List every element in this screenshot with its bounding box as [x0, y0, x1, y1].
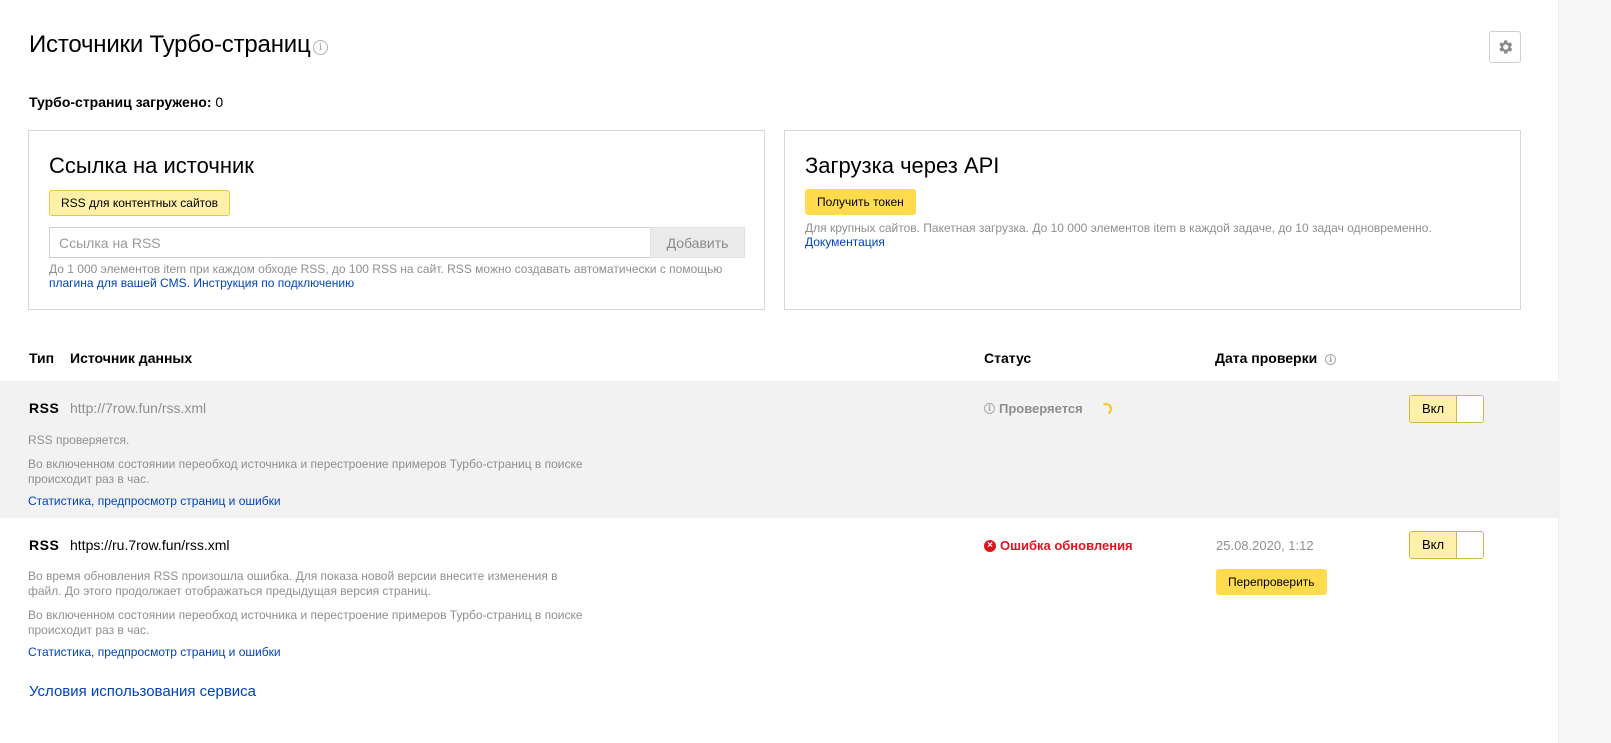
status-text: Ошибка обновления — [1000, 538, 1133, 553]
info-icon[interactable]: i — [1325, 353, 1337, 365]
loaded-count-line: Турбо-страниц загружено: 0 — [29, 94, 223, 110]
loaded-count-value: 0 — [215, 94, 224, 110]
header-type: Тип — [29, 350, 55, 366]
row-source-url: http://7row.fun/rss.xml — [70, 400, 207, 416]
row-message: RSS проверяется. — [28, 433, 130, 447]
table-row: RSS http://7row.fun/rss.xml RSS проверяе… — [0, 381, 1558, 518]
api-hint: Для крупных сайтов. Пакетная загрузка. Д… — [805, 221, 1505, 249]
row-message: Во время обновления RSS произошла ошибка… — [28, 569, 558, 598]
loaded-count-label: Турбо-страниц загружено: — [29, 94, 212, 110]
info-icon: i — [984, 403, 995, 414]
row-stats-link[interactable]: Статистика, предпросмотр страниц и ошибк… — [28, 645, 281, 659]
enable-toggle[interactable]: Вкл — [1409, 531, 1484, 559]
api-hint-text: Для крупных сайтов. Пакетная загрузка. Д… — [805, 221, 1432, 235]
row-note: Во включенном состоянии переобход источн… — [28, 457, 583, 486]
error-circle-icon: × — [984, 539, 996, 552]
gear-icon — [1499, 40, 1513, 54]
page-title: Источники Турбо-страниц — [29, 31, 311, 58]
terms-of-service-link[interactable]: Условия использования сервиса — [29, 683, 256, 700]
row-type: RSS — [29, 400, 60, 416]
row-stats-link[interactable]: Статистика, предпросмотр страниц и ошибк… — [28, 494, 281, 508]
rss-url-input[interactable] — [49, 227, 650, 258]
api-panel-title: Загрузка через API — [805, 153, 1000, 178]
settings-button[interactable] — [1489, 31, 1521, 63]
header-source: Источник данных — [70, 350, 193, 366]
spinner-icon — [1098, 401, 1114, 416]
page-right-edge — [1558, 0, 1611, 743]
source-hint-text: До 1 000 элементов item при каждом обход… — [49, 262, 723, 276]
table-row: RSS https://ru.7row.fun/rss.xml Во время… — [0, 518, 1558, 678]
add-button[interactable]: Добавить — [650, 227, 745, 258]
source-hint: До 1 000 элементов item при каждом обход… — [49, 262, 739, 290]
header-date: Дата проверки i — [1215, 350, 1337, 366]
get-token-button[interactable]: Получить токен — [805, 189, 916, 215]
rss-content-sites-button[interactable]: RSS для контентных сайтов — [49, 190, 231, 216]
enable-toggle[interactable]: Вкл — [1409, 395, 1484, 423]
documentation-link[interactable]: Документация — [805, 235, 885, 249]
toggle-knob — [1457, 532, 1483, 558]
header-date-label: Дата проверки — [1215, 350, 1318, 366]
check-date: 25.08.2020, 1:12 — [1216, 538, 1314, 553]
api-upload-panel: Загрузка через API Получить токен Для кр… — [784, 130, 1521, 310]
instruction-link[interactable]: Инструкция по подключению — [193, 276, 354, 290]
toggle-label: Вкл — [1410, 396, 1457, 422]
row-source-url: https://ru.7row.fun/rss.xml — [70, 537, 230, 553]
status-badge: × Ошибка обновления — [984, 538, 1133, 553]
info-icon[interactable]: i — [313, 40, 328, 55]
recheck-button[interactable]: Перепроверить — [1216, 569, 1327, 595]
header-status: Статус — [984, 350, 1032, 366]
source-panel-title: Ссылка на источник — [49, 153, 254, 178]
row-note: Во включенном состоянии переобход источн… — [28, 608, 583, 637]
source-link-panel: Ссылка на источник RSS для контентных са… — [28, 130, 765, 310]
toggle-label: Вкл — [1410, 532, 1457, 558]
toggle-knob — [1457, 396, 1483, 422]
row-type: RSS — [29, 537, 60, 553]
cms-plugin-link[interactable]: плагина для вашей CMS. — [49, 276, 190, 290]
status-text: Проверяется — [999, 401, 1083, 416]
status-badge: i Проверяется — [984, 401, 1114, 416]
